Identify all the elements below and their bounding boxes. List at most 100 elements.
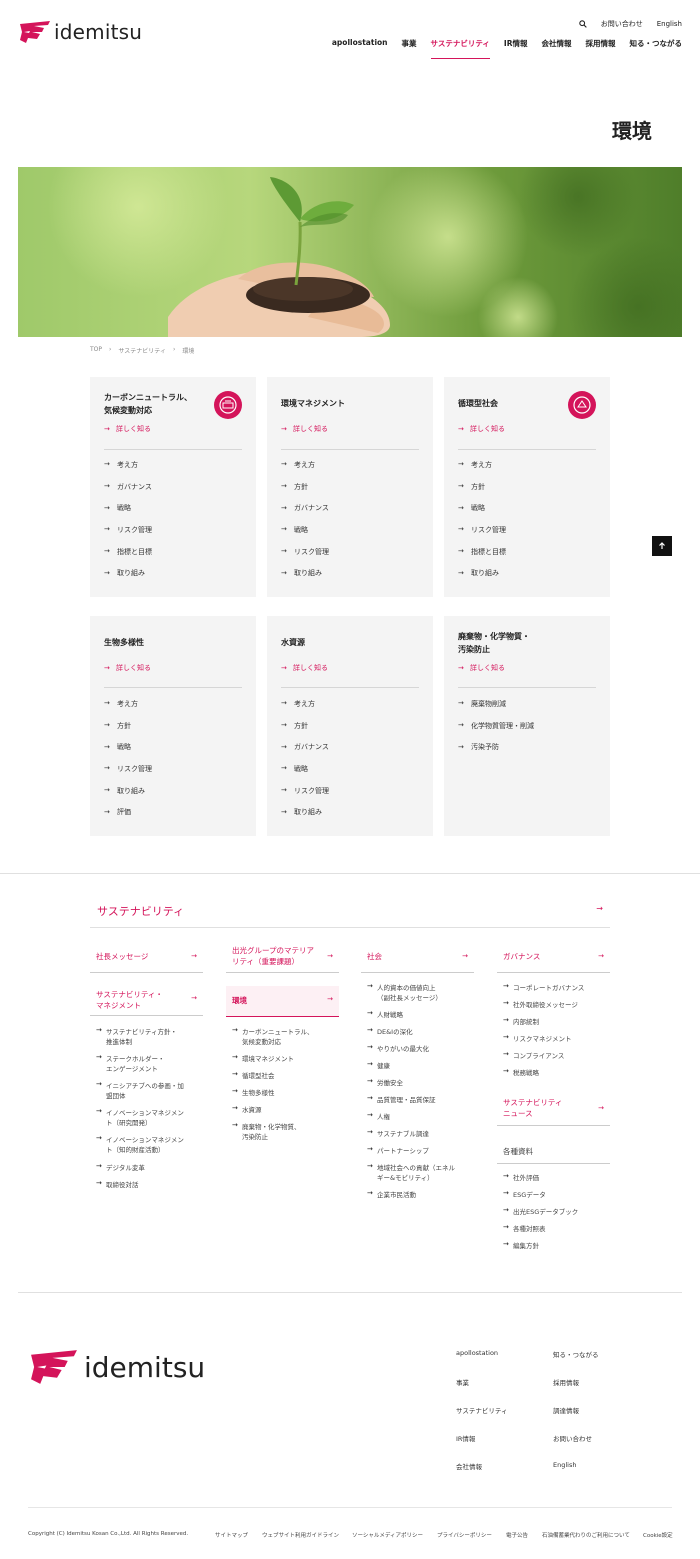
nav-ir[interactable]: IR情報 [504,38,528,59]
search-icon[interactable] [578,20,587,28]
nav-business[interactable]: 事業 [402,38,417,59]
nav-company[interactable]: 会社情報 [542,38,572,59]
card-more-link[interactable]: → 詳しく知る [281,424,328,434]
sitemap-link[interactable]: → デジタル変革 [96,1163,145,1173]
card-link[interactable]: → 方針 [458,476,506,498]
nav-recruit[interactable]: 採用情報 [586,38,616,59]
footer-bottom-link[interactable]: ソーシャルメディアポリシー [352,1531,423,1539]
card-title[interactable]: 廃棄物・化学物質・ 汚染防止 [458,630,530,656]
card-link[interactable]: → 方針 [281,715,329,737]
card-link[interactable]: → リスク管理 [104,519,152,541]
sitemap-link[interactable]: → 編集方針 [503,1241,539,1251]
sitemap-link[interactable]: → イニシアチブへの参画・加 盟団体 [96,1081,184,1101]
sitemap-link[interactable]: → パートナーシップ [367,1146,429,1156]
card-more-link[interactable]: → 詳しく知る [458,663,505,673]
card-title[interactable]: 循環型社会 [458,397,498,410]
card-link[interactable]: → 考え方 [104,454,152,476]
card-link[interactable]: → 考え方 [458,454,506,476]
nav-apollostation[interactable]: apollostation [332,38,388,59]
footer-nav-link[interactable]: apollostation [456,1349,498,1357]
nav-connect[interactable]: 知る・つながる [630,38,683,59]
footer-bottom-link[interactable]: Cookie設定 [643,1531,673,1539]
footer-bottom-link[interactable]: プライバシーポリシー [437,1531,492,1539]
footer-nav-link[interactable]: 調達情報 [553,1405,579,1415]
footer-bottom-link[interactable]: 電子公告 [506,1531,528,1539]
card-link[interactable]: → ガバナンス [281,497,329,519]
card-link[interactable]: → 評価 [104,801,152,823]
sitemap-link[interactable]: → 循環型社会 [232,1071,275,1081]
sitemap-cat-president-message[interactable]: 社長メッセージ → [90,944,203,973]
card-link[interactable]: → 戦略 [458,497,506,519]
sitemap-heading-link[interactable]: サステナビリティ → [90,898,610,928]
card-more-link[interactable]: → 詳しく知る [104,663,151,673]
card-link[interactable]: → 取り組み [458,562,506,584]
sitemap-link[interactable]: → 水資源 [232,1105,262,1115]
card-link[interactable]: → 戦略 [104,736,152,758]
footer-nav-link[interactable]: 会社情報 [456,1461,482,1471]
card-link[interactable]: → 戦略 [281,519,329,541]
card-title[interactable]: 生物多様性 [104,636,144,649]
sitemap-link[interactable]: → コーポレートガバナンス [503,983,584,993]
sitemap-link[interactable]: → リスクマネジメント [503,1034,572,1044]
card-title[interactable]: 水資源 [281,636,305,649]
sitemap-link[interactable]: → 地域社会への貢献（エネル ギー&モビリティ） [367,1163,455,1183]
sitemap-link[interactable]: → 取締役対話 [96,1180,139,1190]
footer-nav-link[interactable]: English [553,1461,576,1469]
sitemap-link[interactable]: → 環境マネジメント [232,1054,294,1064]
card-link[interactable]: → 化学物質管理・削減 [458,715,534,737]
english-link[interactable]: English [657,20,682,28]
card-more-link[interactable]: → 詳しく知る [458,424,505,434]
card-link[interactable]: → ガバナンス [281,736,329,758]
nav-sustainability[interactable]: サステナビリティ [430,38,491,59]
sitemap-link[interactable]: → カーボンニュートラル、 気候変動対応 [232,1027,314,1047]
footer-bottom-link[interactable]: ウェブサイト利用ガイドライン [262,1531,339,1539]
card-link[interactable]: → 考え方 [281,693,329,715]
sitemap-link[interactable]: → 廃棄物・化学物質、 汚染防止 [232,1122,301,1142]
footer-bottom-link[interactable]: サイトマップ [215,1531,248,1539]
sitemap-link[interactable]: → 労働安全 [367,1078,403,1088]
card-link[interactable]: → リスク管理 [104,758,152,780]
footer-nav-link[interactable]: サステナビリティ [456,1405,507,1415]
card-link[interactable]: → リスク管理 [281,780,329,802]
footer-nav-link[interactable]: IR情報 [456,1433,475,1443]
sitemap-link[interactable]: → 内部統制 [503,1017,539,1027]
card-link[interactable]: → 指標と目標 [458,541,506,563]
sitemap-link[interactable]: → 税務戦略 [503,1068,539,1078]
sitemap-link[interactable]: → 各種対照表 [503,1224,546,1234]
sitemap-link[interactable]: → DE&Iの深化 [367,1027,413,1037]
card-link[interactable]: → ガバナンス [104,476,152,498]
sitemap-link[interactable]: → イノベーションマネジメン ト（研究開発） [96,1108,184,1128]
card-link[interactable]: → リスク管理 [281,541,329,563]
card-more-link[interactable]: → 詳しく知る [104,424,151,434]
card-link[interactable]: → 取り組み [281,562,329,584]
sitemap-link[interactable]: → 社外評価 [503,1173,539,1183]
sitemap-cat-materiality[interactable]: 出光グループのマテリア リティ（重要課題） → [226,944,339,973]
card-title[interactable]: 環境マネジメント [281,397,345,410]
footer-bottom-link[interactable]: 石油備蓄業代わりのご利用について [542,1531,630,1539]
sitemap-link[interactable]: → 社外取締役メッセージ [503,1000,578,1010]
sitemap-link[interactable]: → イノベーションマネジメン ト（知的財産活動） [96,1135,184,1155]
card-link[interactable]: → 方針 [281,476,329,498]
sitemap-link[interactable]: → サステナビリティ方針・ 推進体制 [96,1027,177,1047]
card-more-link[interactable]: → 詳しく知る [281,663,328,673]
card-link[interactable]: → 戦略 [281,758,329,780]
footer-nav-link[interactable]: お問い合わせ [553,1433,592,1443]
sitemap-link[interactable]: → 健康 [367,1061,390,1071]
sitemap-link[interactable]: → 企業市民活動 [367,1190,416,1200]
sitemap-link[interactable]: → 品質管理・品質保証 [367,1095,436,1105]
sitemap-link[interactable]: → 人財戦略 [367,1010,403,1020]
sitemap-link[interactable]: → ESGデータ [503,1190,546,1200]
card-link[interactable]: → 取り組み [104,562,152,584]
sitemap-link[interactable]: → 人的資本の価値向上 （副社長メッセージ） [367,983,442,1003]
sitemap-link[interactable]: → サステナブル調達 [367,1129,429,1139]
sitemap-cat-society[interactable]: 社会 → [361,944,474,973]
footer-nav-link[interactable]: 知る・つながる [553,1349,599,1359]
card-link[interactable]: → 取り組み [104,780,152,802]
card-link[interactable]: → 方針 [104,715,152,737]
breadcrumb-top[interactable]: TOP [90,346,102,355]
footer-nav-link[interactable]: 事業 [456,1377,469,1387]
card-link[interactable]: → 取り組み [281,801,329,823]
card-link[interactable]: → 戦略 [104,497,152,519]
footer-logo[interactable]: idemitsu [28,1348,205,1386]
back-to-top-button[interactable] [652,536,672,556]
